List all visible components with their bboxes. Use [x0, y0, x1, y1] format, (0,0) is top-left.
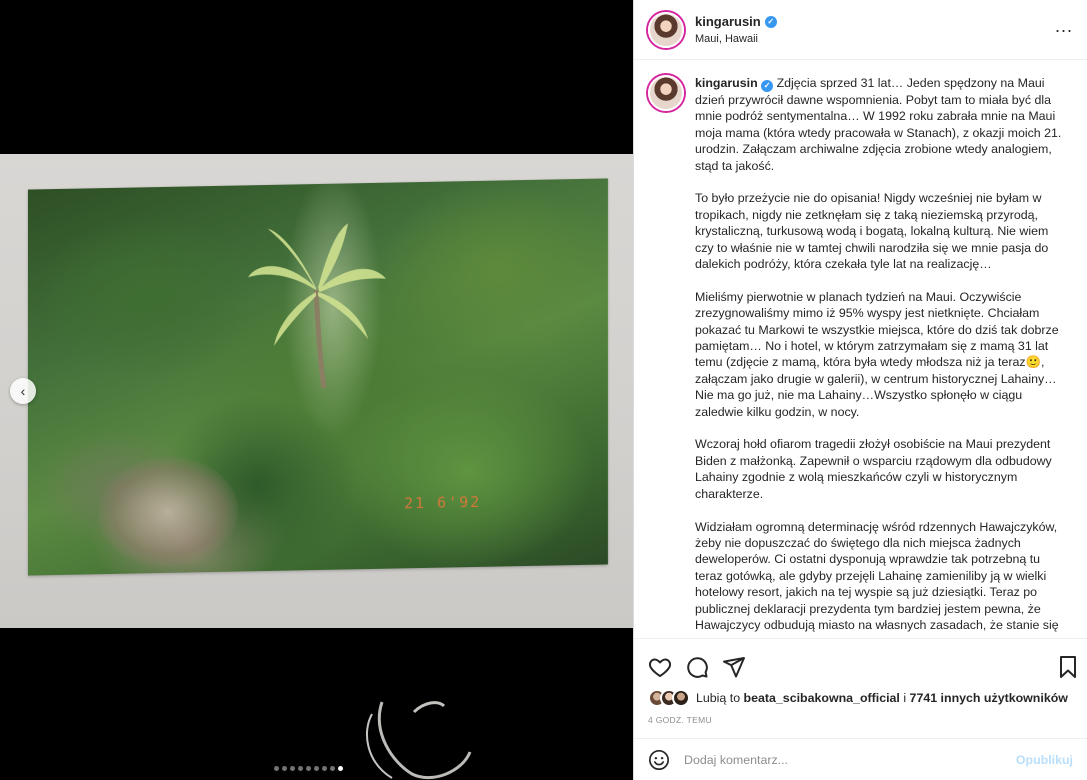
caption-username-link[interactable]: kingarusin	[695, 76, 758, 90]
post-comment-button[interactable]: Opublikuj	[1016, 753, 1073, 767]
paper-plane-icon[interactable]	[722, 655, 746, 679]
carousel-dot	[322, 766, 327, 771]
likes-count-link[interactable]: 7741 innych użytkowników	[910, 691, 1068, 705]
caption-scroll-area[interactable]: kingarusin ✓ Zdjęcia sprzed 31 lat… Jede…	[634, 61, 1087, 638]
post-panel: kingarusin ✓ Maui, Hawaii ... kingarusin…	[633, 0, 1087, 780]
likers-avatars[interactable]	[648, 689, 690, 707]
comment-input[interactable]	[684, 752, 1016, 767]
apple-logo-watermark	[365, 701, 472, 780]
caption-paragraph-0: kingarusin ✓ Zdjęcia sprzed 31 lat… Jede…	[695, 75, 1065, 174]
caption-paragraph-4: Widziałam ogromną determinację wśród rdz…	[695, 519, 1059, 632]
location-link[interactable]: Maui, Hawaii	[695, 33, 777, 45]
carousel-dot	[330, 766, 335, 771]
palm-tree	[248, 223, 386, 389]
carousel-dot	[338, 766, 343, 771]
post-timestamp[interactable]: 4 GODZ. TEMU	[648, 715, 712, 725]
liker-avatar	[672, 689, 690, 707]
username-row: kingarusin ✓	[695, 14, 777, 29]
username-link[interactable]: kingarusin	[695, 14, 761, 29]
carousel-prev-button[interactable]: ‹	[10, 378, 36, 404]
more-options-button[interactable]: ...	[1055, 16, 1073, 37]
carousel-dot	[306, 766, 311, 771]
carousel-dot	[282, 766, 287, 771]
verified-badge-icon: ✓	[764, 15, 777, 28]
action-bar	[634, 638, 1087, 690]
comment-bar: Opublikuj	[634, 738, 1087, 780]
caption-paragraph-3: Wczoraj hołd ofiarom tragedii złożył oso…	[695, 437, 1052, 501]
likes-row: Lubią to beata_scibakowna_official i 774…	[648, 689, 1068, 707]
bookmark-icon[interactable]	[1058, 655, 1078, 679]
carousel-indicator	[274, 766, 343, 771]
likes-prefix: Lubią to	[696, 691, 741, 705]
carousel-dot	[314, 766, 319, 771]
caption-verified-badge-icon: ✓	[761, 80, 774, 92]
carousel-dot	[298, 766, 303, 771]
caption-paragraph-2: Mieliśmy pierwotnie w planach tydzień na…	[695, 289, 1059, 419]
comment-icon[interactable]	[685, 655, 709, 679]
heart-icon[interactable]	[648, 655, 672, 679]
smiley-icon[interactable]	[648, 749, 670, 771]
carousel-dot	[290, 766, 295, 771]
header-text: kingarusin ✓ Maui, Hawaii	[695, 14, 777, 45]
post-media[interactable]: 21 6'92 ‹	[0, 0, 633, 780]
caption-body: kingarusin ✓ Zdjęcia sprzed 31 lat… Jede…	[695, 75, 1065, 638]
caption-paragraph-1: To było przeżycie nie do opisania! Nigdy…	[695, 191, 1049, 272]
caption-paragraph-text: Zdjęcia sprzed 31 lat… Jeden spędzony na…	[695, 76, 1062, 173]
liker-username-link[interactable]: beata_scibakowna_official	[744, 691, 900, 705]
caption-avatar[interactable]	[648, 75, 684, 111]
caption: kingarusin ✓ Zdjęcia sprzed 31 lat… Jede…	[648, 75, 1073, 638]
photo-date-stamp: 21 6'92	[404, 492, 482, 513]
avatar[interactable]	[648, 11, 684, 48]
likes-conjunction: i	[903, 691, 907, 705]
post-header: kingarusin ✓ Maui, Hawaii ...	[634, 0, 1087, 60]
hawaii-photo-print: 21 6'92	[28, 178, 608, 576]
carousel-dot	[274, 766, 279, 771]
